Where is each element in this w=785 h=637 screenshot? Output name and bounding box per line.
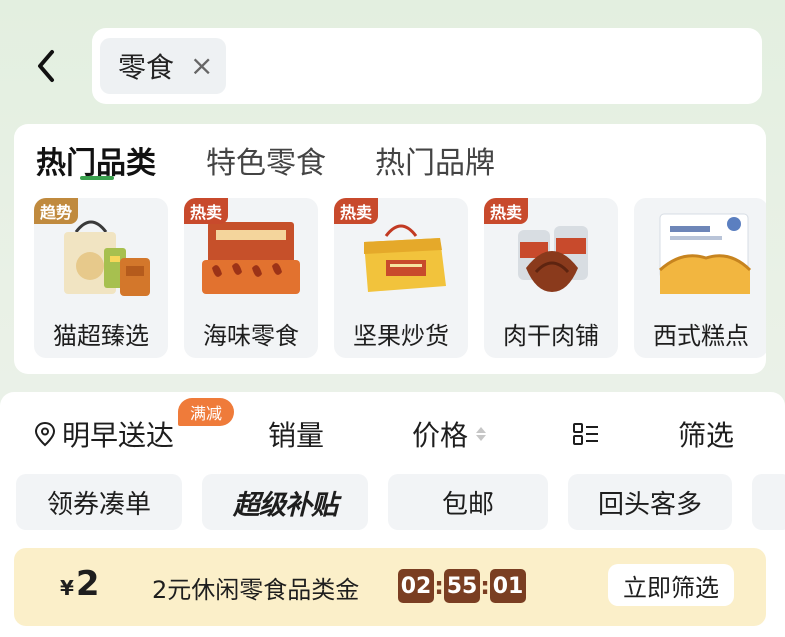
- sort-bar: 明早送达 满减 销量 价格 筛选: [0, 392, 785, 472]
- category-label: 海味零食: [203, 322, 299, 350]
- coupon-banner: ¥ 2 2元休闲零食品类金 02 : 55 : 01 立即筛选: [14, 548, 766, 626]
- category-label: 坚果炒货: [353, 322, 449, 350]
- category-label: 猫超臻选: [53, 322, 149, 350]
- timer-separator: :: [480, 572, 490, 600]
- quick-filter-row: 领券凑单 超级补贴 包邮 回头客多: [0, 474, 785, 534]
- quick-filter-super-subsidy[interactable]: 超级补贴: [202, 474, 368, 530]
- timer-minutes: 55: [444, 569, 480, 603]
- quick-filter-free-shipping[interactable]: 包邮: [388, 474, 548, 530]
- currency-symbol: ¥: [60, 576, 74, 600]
- quick-filter-coupon[interactable]: 领券凑单: [16, 474, 182, 530]
- sort-arrows-icon: [476, 427, 487, 441]
- hot-badge: 热卖: [184, 198, 229, 224]
- category-panel: 热门品类 特色零食 热门品牌 趋势 猫超臻选 热卖 海味零食 热卖 坚果炒货 热…: [14, 124, 766, 374]
- price-label: 价格: [412, 419, 469, 452]
- category-item[interactable]: 热卖 海味零食: [184, 198, 318, 358]
- tab-featured-snacks[interactable]: 特色零食: [206, 138, 326, 182]
- coupon-amount: ¥ 2: [60, 564, 100, 604]
- coupon-description: 2元休闲零食品类金: [152, 576, 360, 604]
- category-item[interactable]: 趋势 猫超臻选: [34, 198, 168, 358]
- tab-hot-brands[interactable]: 热门品牌: [375, 138, 495, 182]
- hot-badge: 热卖: [334, 198, 379, 224]
- hot-badge: 热卖: [484, 198, 529, 224]
- category-label: 西式糕点: [653, 322, 749, 350]
- delivery-label: 明早送达: [62, 419, 175, 452]
- coupon-value: 2: [75, 564, 100, 604]
- delivery-filter[interactable]: 明早送达: [34, 414, 174, 454]
- countdown-timer: 02 : 55 : 01: [398, 569, 526, 603]
- timer-separator: :: [434, 572, 444, 600]
- search-query-text: 零食: [118, 51, 175, 84]
- category-item[interactable]: 西式糕点: [634, 198, 766, 358]
- cake-box-icon: [658, 213, 752, 294]
- list-view-icon[interactable]: [572, 422, 600, 446]
- timer-seconds: 01: [490, 569, 526, 603]
- search-query-chip[interactable]: 零食 ×: [100, 38, 226, 94]
- quick-filter-more[interactable]: [752, 474, 785, 530]
- back-button[interactable]: [28, 44, 68, 88]
- sort-by-sales[interactable]: 销量: [268, 414, 324, 454]
- sort-by-price[interactable]: 价格: [412, 414, 487, 454]
- promo-badge: 满减: [178, 398, 235, 426]
- trend-badge: 趋势: [34, 198, 79, 224]
- filter-button[interactable]: 筛选: [678, 414, 734, 454]
- category-item[interactable]: 热卖 坚果炒货: [334, 198, 468, 358]
- category-label: 肉干肉铺: [503, 322, 599, 350]
- timer-hours: 02: [398, 569, 434, 603]
- category-item[interactable]: 热卖 肉干肉铺: [484, 198, 618, 358]
- filter-panel: 明早送达 满减 销量 价格 筛选 领券凑单 超级补贴 包邮 回头客多 ¥ 2 2…: [0, 392, 785, 637]
- search-input[interactable]: 零食 ×: [92, 28, 762, 104]
- apply-filter-button[interactable]: 立即筛选: [608, 564, 734, 606]
- close-icon[interactable]: ×: [190, 52, 213, 80]
- location-pin-icon: [34, 421, 56, 447]
- chevron-left-icon: [38, 50, 54, 82]
- active-tab-indicator: [80, 176, 114, 180]
- quick-filter-repeat-buyers[interactable]: 回头客多: [568, 474, 732, 530]
